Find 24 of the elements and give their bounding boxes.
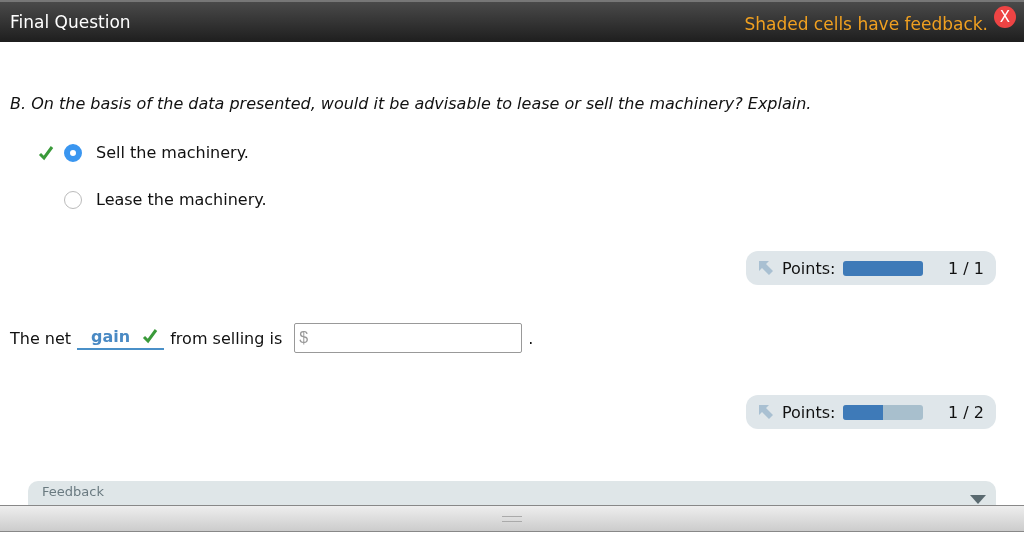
points-label: Points:: [782, 258, 836, 278]
grip-icon: [502, 515, 522, 522]
radio-button[interactable]: [64, 190, 82, 209]
close-button[interactable]: X: [994, 6, 1016, 28]
resize-bar[interactable]: [0, 505, 1024, 532]
window-title: Final Question: [10, 12, 131, 32]
option-label: Sell the machinery.: [96, 143, 249, 162]
checkmark-icon: [142, 328, 159, 344]
option-label: Lease the machinery.: [96, 190, 267, 209]
sentence-text: from selling is: [170, 328, 283, 348]
arrow-icon: [758, 260, 774, 276]
sentence-text: .: [528, 328, 534, 348]
feedback-panel[interactable]: Feedback: [28, 481, 996, 505]
feedback-title: Feedback: [42, 484, 104, 499]
question-text: B. On the basis of the data presented, would it be advisable to lease or sell the machinery? Explain.: [10, 94, 813, 113]
radio-button[interactable]: [64, 143, 82, 162]
sentence-text: The net: [10, 328, 72, 348]
amount-field[interactable]: $: [294, 323, 523, 353]
feedback-notice: Shaded cells have feedback.: [744, 14, 988, 34]
points-score: 1 / 2: [948, 402, 984, 422]
points-label: Points:: [782, 402, 836, 422]
answer-dropdown[interactable]: gain: [77, 326, 165, 350]
arrow-icon: [758, 404, 774, 420]
points-score: 1 / 1: [948, 258, 984, 278]
